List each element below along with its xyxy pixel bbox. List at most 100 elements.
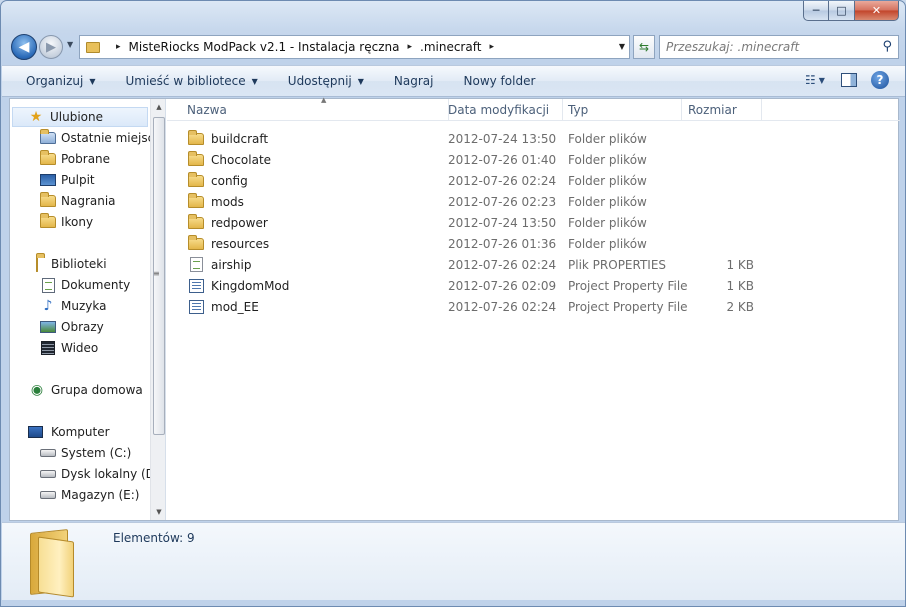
scroll-down-icon[interactable]: ▼ <box>151 504 165 520</box>
search-icon[interactable]: ⚲ <box>882 39 892 54</box>
file-row[interactable]: mods 2012-07-26 02:23 Folder plików <box>167 191 777 212</box>
file-row[interactable]: mod_EE 2012-07-26 02:24 Project Property F… <box>167 296 777 317</box>
file-type: Project Property File <box>568 278 688 293</box>
folder-icon <box>40 213 56 228</box>
recent-locations-dropdown[interactable]: ▼ <box>67 40 73 49</box>
burn-button[interactable]: Nagraj <box>378 74 448 88</box>
search-box[interactable]: ⚲ <box>659 35 899 59</box>
nav-item-drive-c[interactable]: System (C:) <box>10 443 150 463</box>
column-header-type[interactable]: Typ <box>562 99 682 121</box>
file-type: Folder plików <box>568 215 647 230</box>
video-icon <box>40 341 56 355</box>
command-toolbar: Organizuj ▼ Umieść w bibliotece ▼ Udostępn… <box>2 65 905 97</box>
nav-item-pictures[interactable]: Obrazy <box>10 317 150 337</box>
file-name-cell[interactable]: airship <box>187 254 251 275</box>
large-folder-icon <box>30 529 80 598</box>
address-bar[interactable]: ▸ MisteRiocks ModPack v2.1 - Instalacja … <box>79 35 630 59</box>
star-icon: ★ <box>29 109 43 125</box>
nav-item-music[interactable]: ♪ Muzyka <box>10 296 150 316</box>
file-row[interactable]: redpower 2012-07-24 13:50 Folder plików <box>167 212 777 233</box>
file-row[interactable]: KingdomMod 2012-07-26 02:09 Project Proper… <box>167 275 777 296</box>
scroll-up-icon[interactable]: ▲ <box>151 99 165 115</box>
nav-item-recordings[interactable]: Nagrania <box>10 191 150 211</box>
content-area: ★ Ulubione Ostatnie miejsca Pobrane Pulp… <box>9 96 900 521</box>
view-list-icon: ☷ <box>805 73 816 87</box>
nav-item-recent-places[interactable]: Ostatnie miejsca <box>10 128 162 148</box>
share-button[interactable]: Udostępnij ▼ <box>272 74 378 88</box>
nav-scrollbar[interactable]: ▲ ≡ ▼ <box>150 99 165 520</box>
nav-favorites[interactable]: ★ Ulubione <box>12 107 148 127</box>
file-name-cell[interactable]: resources <box>187 233 269 254</box>
close-button[interactable]: ✕ <box>855 1 899 21</box>
column-header-size[interactable]: Rozmiar <box>682 99 762 121</box>
nav-homegroup[interactable]: ◉ Grupa domowa <box>10 380 150 400</box>
file-type: Folder plików <box>568 152 647 167</box>
file-icon <box>187 257 205 272</box>
column-header-name-label: Nazwa <box>187 103 227 117</box>
file-name-cell[interactable]: mod_EE <box>187 296 259 317</box>
organize-button[interactable]: Organizuj ▼ <box>2 74 109 88</box>
preview-pane-button[interactable] <box>841 73 857 87</box>
computer-icon <box>28 426 46 438</box>
library-icon <box>28 256 46 272</box>
search-input[interactable] <box>666 40 876 54</box>
file-row[interactable]: config 2012-07-26 02:24 Folder plików <box>167 170 777 191</box>
refresh-button[interactable]: ⇆ <box>633 35 655 59</box>
file-size <box>682 212 754 233</box>
nav-item-desktop[interactable]: Pulpit <box>10 170 150 190</box>
breadcrumb-separator[interactable]: ▸ <box>116 42 121 52</box>
sort-ascending-icon: ▲ <box>321 96 327 104</box>
file-type: Project Property File <box>568 299 688 314</box>
nav-item-label: Muzyka <box>61 299 107 313</box>
file-name-cell[interactable]: config <box>187 170 248 191</box>
file-row[interactable]: Chocolate 2012-07-26 01:40 Folder plików <box>167 149 777 170</box>
address-dropdown[interactable]: ▼ <box>619 42 625 51</box>
file-name-cell[interactable]: KingdomMod <box>187 275 289 296</box>
nav-item-drive-e[interactable]: Magazyn (E:) <box>10 485 150 505</box>
file-type: Plik PROPERTIES <box>568 257 667 272</box>
nav-item-label: Pulpit <box>61 173 95 187</box>
file-name-cell[interactable]: Chocolate <box>187 149 271 170</box>
maximize-button[interactable]: □ <box>829 1 855 21</box>
file-date: 2012-07-26 02:24 <box>448 257 557 272</box>
column-header-name[interactable]: ▲ Nazwa <box>181 96 449 121</box>
file-name-cell[interactable]: mods <box>187 191 244 212</box>
column-header-date[interactable]: Data modyfikacji <box>442 99 563 121</box>
forward-button[interactable]: ▶ <box>39 35 63 59</box>
breadcrumb-item[interactable]: MisteRiocks ModPack v2.1 - Instalacja rę… <box>129 40 400 54</box>
file-row[interactable]: resources 2012-07-26 01:36 Folder plików <box>167 233 777 254</box>
nav-item-videos[interactable]: Wideo <box>10 338 150 358</box>
change-view-button[interactable]: ☷ ▼ <box>805 71 827 89</box>
nav-item-drive-d[interactable]: Dysk lokalny (D:) <box>10 464 164 484</box>
breadcrumb-separator[interactable]: ▸ <box>489 42 494 52</box>
nav-item-label: Ostatnie miejsca <box>61 131 162 145</box>
arrow-right-icon: ▶ <box>46 39 56 55</box>
back-button[interactable]: ◀ <box>11 34 37 60</box>
help-button[interactable]: ? <box>871 71 889 89</box>
nav-item-icons[interactable]: Ikony <box>10 212 150 232</box>
breadcrumb-item-current[interactable]: .minecraft <box>420 40 481 54</box>
documents-icon <box>40 277 56 293</box>
include-in-library-button[interactable]: Umieść w bibliotece ▼ <box>109 74 271 88</box>
folder-icon <box>187 171 205 187</box>
file-row[interactable]: buildcraft 2012-07-24 13:50 Folder plików <box>167 128 777 149</box>
new-folder-button[interactable]: Nowy folder <box>448 74 550 88</box>
file-row[interactable]: airship 2012-07-26 02:24 Plik PROPERTIES 1 … <box>167 254 777 275</box>
nav-computer[interactable]: Komputer <box>10 422 150 442</box>
nav-item-downloads[interactable]: Pobrane <box>10 149 150 169</box>
file-size <box>682 149 754 170</box>
nav-item-documents[interactable]: Dokumenty <box>10 275 150 295</box>
breadcrumb-separator[interactable]: ▸ <box>407 42 412 52</box>
folder-icon <box>187 150 205 166</box>
folder-icon <box>187 129 205 145</box>
file-type: Folder plików <box>568 236 647 251</box>
nav-libraries[interactable]: Biblioteki <box>10 254 150 274</box>
nav-item-label: Dysk lokalny (D:) <box>61 467 164 481</box>
details-pane: Elementów: 9 <box>2 522 905 600</box>
nav-item-label: Dokumenty <box>61 278 131 292</box>
file-name-cell[interactable]: redpower <box>187 212 268 233</box>
caption-buttons: ─ □ ✕ <box>803 1 899 21</box>
minimize-button[interactable]: ─ <box>803 1 829 21</box>
file-type: Folder plików <box>568 131 647 146</box>
file-name-cell[interactable]: buildcraft <box>187 128 268 149</box>
